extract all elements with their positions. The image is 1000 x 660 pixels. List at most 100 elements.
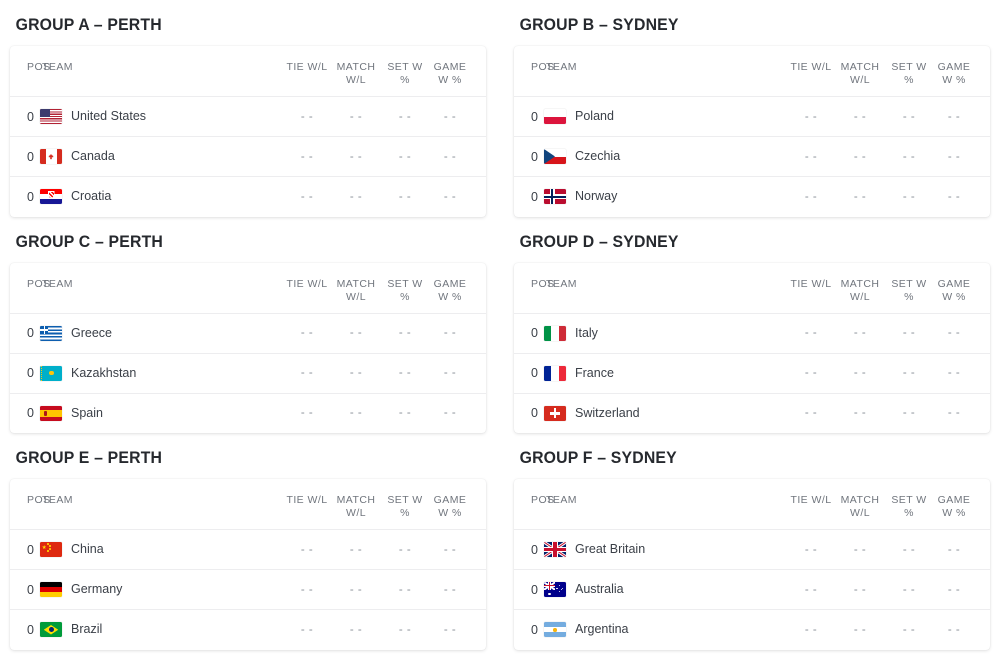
match-wl-cell: - - (853, 110, 867, 123)
match-wl-cell: - - (349, 367, 363, 379)
table-header: POS TEAM TIE W/L MATCH W/L SET W % GAME W % (10, 262, 486, 314)
position-cell: 0 (531, 366, 538, 380)
table-row[interactable]: 0 Australia - - - - - - - - (514, 570, 990, 610)
hr-flag-icon (40, 189, 62, 205)
table-row[interactable]: 0 Argentina - - - - - - - - (514, 610, 990, 650)
position-cell: 0 (27, 622, 34, 637)
position-cell: 0 (27, 582, 34, 597)
header-tie-wl[interactable]: TIE W/L (787, 262, 836, 314)
header-team[interactable]: TEAM (40, 262, 283, 314)
game-win-pct-cell: - - (947, 407, 961, 420)
match-wl-cell: - - (349, 623, 363, 636)
team-name: Kazakhstan (71, 365, 137, 380)
game-win-pct-cell: - - (443, 407, 457, 420)
header-team[interactable]: TEAM (40, 479, 283, 530)
game-win-pct-cell: - - (947, 583, 961, 596)
game-win-pct-cell: - - (947, 623, 961, 636)
header-game-win-pct[interactable]: GAME W % (934, 262, 990, 314)
team-name: Brazil (71, 622, 103, 637)
table-row[interactable]: 0 Croatia - - - - - - - - (10, 177, 486, 217)
position-cell: 0 (27, 326, 34, 340)
table-row[interactable]: 0 Italy - - - - - - - - (514, 313, 990, 353)
standings-table: POS TEAM TIE W/L MATCH W/L SET W % GAME W % 0 U… (10, 46, 486, 217)
team-name: Poland (575, 109, 614, 123)
tie-wl-cell: - - (804, 190, 818, 203)
table-row[interactable]: 0 Spain - - - - - - - - (10, 393, 486, 433)
header-match-wl[interactable]: MATCH W/L (332, 46, 381, 97)
table-row[interactable]: 0 Canada - - - - - - - - (10, 137, 486, 177)
table-row[interactable]: 0 Norway - - - - - - - - (514, 177, 990, 217)
table-row[interactable]: 0 United States - - - - - - - - (10, 97, 486, 137)
set-win-pct-cell: - - (398, 583, 412, 596)
header-tie-wl[interactable]: TIE W/L (787, 479, 836, 530)
standings-card: POS TEAM TIE W/L MATCH W/L SET W % GAME W % 0 C… (10, 479, 486, 650)
table-row[interactable]: 0 China - - - - - - - - (10, 530, 486, 570)
table-body: 0 Greece - - - - - - - - 0 Kazakhstan - - - - - - -… (10, 313, 486, 433)
table-row[interactable]: 0 Great Britain - - - - - - - - (514, 530, 990, 570)
header-match-wl[interactable]: MATCH W/L (836, 479, 885, 530)
position-cell: 0 (27, 542, 34, 557)
fr-flag-icon (544, 365, 566, 381)
table-row[interactable]: 0 Poland - - - - - - - - (514, 97, 990, 137)
tie-wl-cell: - - (300, 583, 314, 596)
team-name: Norway (575, 189, 618, 204)
header-game-win-pct[interactable]: GAME W % (934, 46, 990, 97)
table-row[interactable]: 0 Germany - - - - - - - - (10, 570, 486, 610)
table-row[interactable]: 0 Kazakhstan - - - - - - - - (10, 353, 486, 393)
table-row[interactable]: 0 France - - - - - - - - (514, 353, 990, 393)
standings-card: POS TEAM TIE W/L MATCH W/L SET W % GAME W % 0 G… (10, 262, 486, 433)
header-team[interactable]: TEAM (544, 46, 787, 97)
table-body: 0 Italy - - - - - - - - 0 France - - - - - - - - 0 Sw… (514, 313, 990, 433)
au-flag-icon (544, 582, 566, 597)
header-set-win-pct[interactable]: SET W % (885, 479, 934, 530)
header-set-win-pct[interactable]: SET W % (381, 262, 430, 314)
set-win-pct-cell: - - (902, 150, 916, 163)
group-title: GROUP C – PERTH (15, 231, 164, 251)
table-row[interactable]: 0 Brazil - - - - - - - - (10, 610, 486, 650)
table-row[interactable]: 0 Czechia - - - - - - - - (514, 137, 990, 177)
header-game-win-pct[interactable]: GAME W % (430, 262, 486, 314)
header-set-win-pct[interactable]: SET W % (381, 46, 430, 97)
header-set-win-pct[interactable]: SET W % (885, 262, 934, 314)
header-tie-wl[interactable]: TIE W/L (787, 46, 836, 97)
header-match-wl[interactable]: MATCH W/L (836, 262, 885, 314)
set-win-pct-cell: - - (902, 367, 916, 379)
set-win-pct-cell: - - (398, 543, 412, 556)
header-pos[interactable]: POS (10, 262, 50, 314)
standings-table: POS TEAM TIE W/L MATCH W/L SET W % GAME W % 0 P… (514, 46, 990, 217)
standings-table: POS TEAM TIE W/L MATCH W/L SET W % GAME W % 0 C… (10, 479, 486, 650)
set-win-pct-cell: - - (902, 583, 916, 596)
header-set-win-pct[interactable]: SET W % (885, 46, 934, 97)
table-row[interactable]: 0 Switzerland - - - - - - - - (514, 393, 990, 433)
tie-wl-cell: - - (804, 543, 818, 556)
header-game-win-pct[interactable]: GAME W % (430, 479, 486, 530)
header-team[interactable]: TEAM (544, 262, 787, 314)
header-pos[interactable]: POS (514, 46, 554, 97)
header-team[interactable]: TEAM (40, 46, 283, 97)
header-pos[interactable]: POS (10, 479, 50, 530)
header-set-win-pct[interactable]: SET W % (381, 479, 430, 530)
table-body: 0 Great Britain - - - - - - - - 0 Australia - - -… (514, 530, 990, 650)
group-title: GROUP B – SYDNEY (519, 15, 679, 34)
header-pos[interactable]: POS (514, 262, 554, 314)
header-tie-wl[interactable]: TIE W/L (283, 46, 332, 97)
match-wl-cell: - - (349, 327, 363, 339)
team-name: Switzerland (575, 405, 640, 420)
table-row[interactable]: 0 Greece - - - - - - - - (10, 313, 486, 353)
header-tie-wl[interactable]: TIE W/L (283, 262, 332, 314)
header-pos[interactable]: POS (10, 46, 50, 97)
header-match-wl[interactable]: MATCH W/L (332, 262, 381, 314)
header-match-wl[interactable]: MATCH W/L (836, 46, 885, 97)
table-header: POS TEAM TIE W/L MATCH W/L SET W % GAME W % (514, 46, 990, 97)
header-team[interactable]: TEAM (544, 479, 787, 530)
header-match-wl[interactable]: MATCH W/L (332, 479, 381, 530)
header-game-win-pct[interactable]: GAME W % (430, 46, 486, 97)
tie-wl-cell: - - (804, 407, 818, 420)
header-tie-wl[interactable]: TIE W/L (283, 479, 332, 530)
ch-flag-icon (544, 405, 566, 421)
header-pos[interactable]: POS (514, 479, 554, 530)
team-cell: Norway (544, 177, 787, 217)
header-game-win-pct[interactable]: GAME W % (934, 479, 990, 530)
team-cell: Czechia (544, 137, 787, 177)
team-name: Czechia (575, 149, 621, 163)
